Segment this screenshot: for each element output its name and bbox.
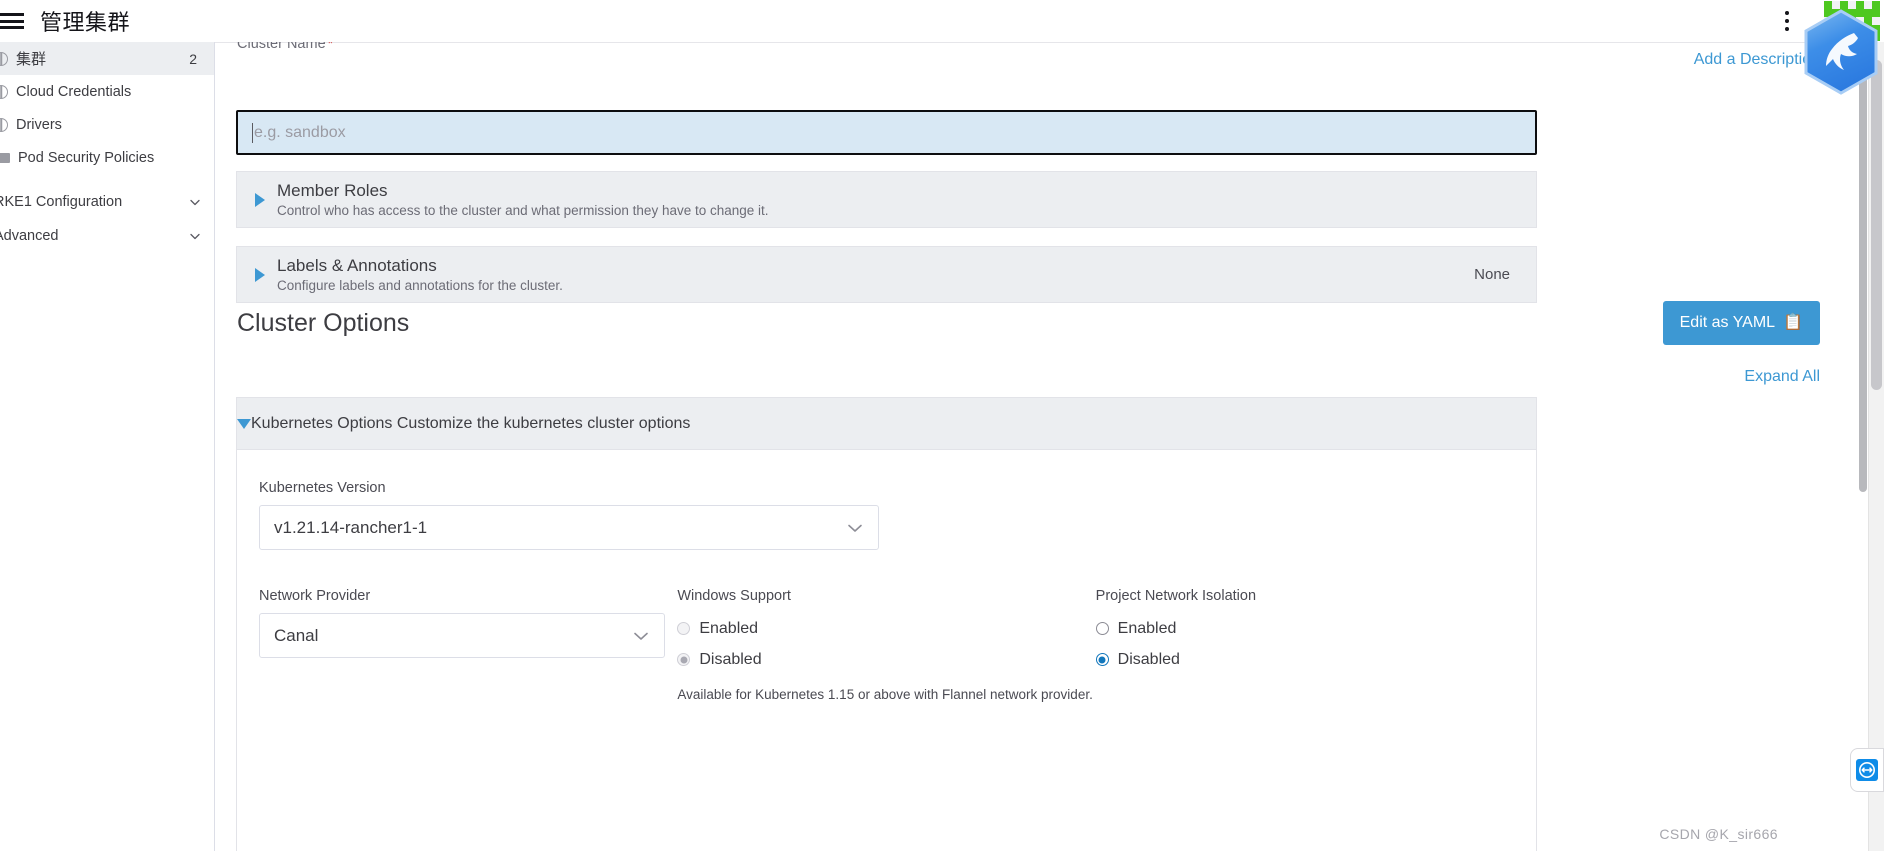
window-scrollbar-thumb[interactable] <box>1871 60 1882 390</box>
page-title: 管理集群 <box>40 11 131 36</box>
sidebar-item-pod-security-policies[interactable]: Pod Security Policies <box>0 141 214 174</box>
cluster-name-label-text: Cluster Name <box>237 42 326 52</box>
windows-support-enabled-label: Enabled <box>699 619 759 637</box>
cluster-name-row: Cluster Name * Add a Description <box>215 42 1860 86</box>
kubernetes-options-subtitle: Customize the kubernetes cluster options <box>396 414 691 432</box>
radio-disabled-icon[interactable] <box>1095 653 1109 666</box>
project-isolation-disabled-label: Disabled <box>1117 650 1180 668</box>
labels-annotations-subtitle: Configure labels and annotations for the… <box>277 278 563 293</box>
sidebar-group-advanced[interactable]: Advanced <box>0 219 214 252</box>
app-root: 管理集群 集群 2 Cloud Credentials Drivers Pod … <box>0 0 1884 851</box>
kubernetes-version-value: v1.21.14-rancher1-1 <box>274 517 428 537</box>
sidebar-item-label: 集群 <box>16 50 47 68</box>
teamviewer-arrows-icon[interactable] <box>1850 748 1884 792</box>
sidebar-item-label: Drivers <box>16 116 62 133</box>
windows-support-column: Windows Support Enabled Disabled Availab… <box>677 588 1095 702</box>
content-scrollbar-thumb[interactable] <box>1859 42 1867 492</box>
network-provider-label: Network Provider <box>259 588 371 604</box>
member-roles-title: Member Roles <box>277 181 388 200</box>
labels-annotations-title: Labels & Annotations <box>277 256 437 275</box>
chevron-down-icon <box>844 517 866 539</box>
kubernetes-options-body: Kubernetes Version v1.21.14-rancher1-1 N… <box>237 450 1536 702</box>
header-right-cluster <box>1772 0 1884 42</box>
labels-annotations-text: Labels & Annotations Configure labels an… <box>277 256 563 293</box>
sidebar-group-label: RKE1 Configuration <box>0 193 123 210</box>
member-roles-text: Member Roles Control who has access to t… <box>277 181 769 218</box>
sidebar: 集群 2 Cloud Credentials Drivers Pod Secur… <box>0 42 215 851</box>
square-icon <box>0 152 10 163</box>
member-roles-subtitle: Control who has access to the cluster an… <box>277 203 769 218</box>
top-header: 管理集群 <box>0 0 1884 42</box>
sidebar-item-cloud-credentials[interactable]: Cloud Credentials <box>0 75 214 108</box>
window-scrollbar[interactable] <box>1868 42 1884 851</box>
kebab-menu-icon[interactable] <box>1772 6 1802 36</box>
green-pixel-logo-icon <box>1824 1 1880 41</box>
sidebar-group-label: Advanced <box>0 227 59 244</box>
sidebar-group-rke1-configuration[interactable]: RKE1 Configuration <box>0 185 214 218</box>
network-options-grid: Network Provider Canal Windows Support E… <box>259 588 1514 702</box>
text-caret <box>252 122 253 143</box>
clipboard-icon: 📋 <box>1783 314 1803 331</box>
hamburger-icon[interactable] <box>0 11 24 31</box>
arrows-glyph <box>1856 759 1878 781</box>
labels-annotations-value: None <box>1474 266 1510 283</box>
main-content: Cluster Name * Add a Description e.g. san… <box>215 42 1860 851</box>
project-network-isolation-label: Project Network Isolation <box>1095 588 1257 604</box>
network-provider-column: Network Provider Canal <box>259 588 677 702</box>
edit-as-yaml-label: Edit as YAML <box>1679 314 1776 331</box>
form-scroll-region: Cluster Name * Add a Description e.g. san… <box>215 42 1860 851</box>
project-isolation-disabled-radio-row[interactable]: Disabled <box>1095 644 1514 675</box>
sidebar-item-label: Cloud Credentials <box>16 83 132 100</box>
labels-annotations-card[interactable]: Labels & Annotations Configure labels an… <box>236 246 1537 303</box>
kubernetes-options-header[interactable]: Kubernetes Options Customize the kuberne… <box>237 398 1536 450</box>
kubernetes-options-title: Kubernetes Options <box>251 414 393 432</box>
kubernetes-version-select[interactable]: v1.21.14-rancher1-1 <box>259 505 879 550</box>
add-description-link[interactable]: Add a Description <box>1694 51 1820 69</box>
radio-enabled-icon[interactable] <box>1095 622 1109 635</box>
triangle-right-icon[interactable] <box>255 267 265 282</box>
kubernetes-options-text: Kubernetes Options Customize the kuberne… <box>251 415 690 433</box>
required-marker: * <box>327 42 334 51</box>
project-isolation-enabled-label: Enabled <box>1117 619 1177 637</box>
chevron-down-icon <box>189 196 201 208</box>
project-network-isolation-column: Project Network Isolation Enabled Disabl… <box>1095 588 1514 702</box>
radio-disabled-icon[interactable] <box>677 653 691 666</box>
cluster-name-placeholder: e.g. sandbox <box>254 123 346 141</box>
content-scrollbar[interactable] <box>1858 42 1868 851</box>
chevron-down-icon <box>630 625 652 647</box>
member-roles-card[interactable]: Member Roles Control who has access to t… <box>236 171 1537 228</box>
globe-icon <box>0 84 8 99</box>
windows-support-label: Windows Support <box>677 588 791 604</box>
edit-as-yaml-button[interactable]: Edit as YAML 📋 <box>1662 301 1820 345</box>
triangle-right-icon[interactable] <box>255 192 265 207</box>
cluster-name-input[interactable]: e.g. sandbox <box>236 110 1537 155</box>
triangle-down-icon[interactable] <box>237 418 251 429</box>
sidebar-item-drivers[interactable]: Drivers <box>0 108 214 141</box>
network-provider-value: Canal <box>274 625 319 645</box>
watermark: CSDN @K_sir666 <box>1659 826 1778 842</box>
windows-support-disabled-radio-row[interactable]: Disabled <box>677 644 1095 675</box>
network-provider-select[interactable]: Canal <box>259 613 665 658</box>
kubernetes-options-panel: Kubernetes Options Customize the kuberne… <box>236 397 1537 851</box>
sidebar-item-count: 2 <box>189 50 197 67</box>
radio-enabled-icon[interactable] <box>677 622 691 635</box>
windows-support-disabled-label: Disabled <box>699 650 762 668</box>
sidebar-item-clusters[interactable]: 集群 2 <box>0 42 214 75</box>
project-isolation-enabled-radio-row[interactable]: Enabled <box>1095 613 1514 644</box>
chevron-down-icon <box>189 230 201 242</box>
cluster-options-title: Cluster Options <box>237 309 410 337</box>
cluster-name-label: Cluster Name * <box>237 42 333 52</box>
globe-icon <box>0 117 8 132</box>
windows-support-enabled-radio-row[interactable]: Enabled <box>677 613 1095 644</box>
sidebar-item-label: Pod Security Policies <box>18 149 155 166</box>
windows-support-hint: Available for Kubernetes 1.15 or above w… <box>677 687 1093 702</box>
kubernetes-version-label: Kubernetes Version <box>259 480 386 496</box>
expand-all-link[interactable]: Expand All <box>1744 368 1820 386</box>
globe-icon <box>0 51 8 66</box>
